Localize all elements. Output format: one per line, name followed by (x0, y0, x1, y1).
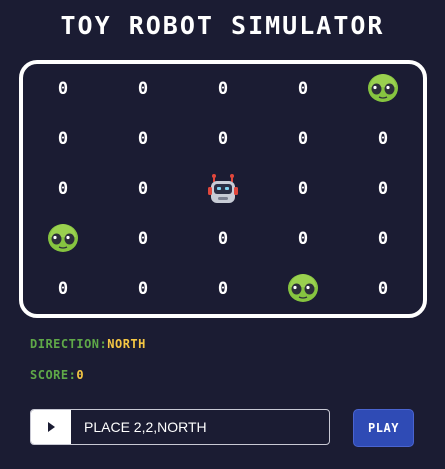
grid-cell-value: 0 (217, 129, 229, 149)
grid-cell-value: 0 (57, 279, 69, 299)
grid-cell-value: 0 (217, 279, 229, 299)
grid-cell-value: 0 (377, 179, 389, 199)
grid-cell: 0 (103, 114, 183, 164)
direction-status: DIRECTION:NORTH (30, 337, 146, 351)
command-box (30, 409, 330, 445)
alien-icon (366, 72, 400, 106)
grid-cell: 0 (343, 114, 423, 164)
grid-cell-value: 0 (217, 229, 229, 249)
command-input[interactable] (71, 410, 329, 444)
grid-cell: 0 (103, 264, 183, 314)
grid-cell-value: 0 (137, 79, 149, 99)
grid-cell-value: 0 (57, 79, 69, 99)
grid-cell-alien (343, 64, 423, 114)
grid-cell: 0 (23, 64, 103, 114)
run-command-button[interactable] (31, 410, 71, 444)
grid-cell-value: 0 (297, 179, 309, 199)
grid-cell: 0 (183, 264, 263, 314)
grid-cell-value: 0 (137, 229, 149, 249)
direction-label: DIRECTION: (30, 337, 108, 351)
grid-cell: 0 (183, 214, 263, 264)
score-label: SCORE: (30, 368, 77, 382)
grid-cell-alien (263, 264, 343, 314)
grid-cell-value: 0 (297, 79, 309, 99)
grid-cell: 0 (343, 164, 423, 214)
alien-icon (286, 272, 320, 306)
grid-cell-alien (23, 214, 103, 264)
alien-icon (46, 222, 80, 256)
grid-cell: 0 (23, 164, 103, 214)
grid-cell-value: 0 (377, 229, 389, 249)
grid-cell-value: 0 (57, 179, 69, 199)
direction-value: NORTH (107, 337, 146, 351)
page-title: TOY ROBOT SIMULATOR (60, 11, 385, 40)
play-button[interactable]: PLAY (353, 409, 414, 447)
grid-cell: 0 (343, 264, 423, 314)
grid-cell-value: 0 (377, 279, 389, 299)
grid-cell: 0 (263, 164, 343, 214)
grid-cell: 0 (23, 114, 103, 164)
grid-cell-value: 0 (57, 129, 69, 149)
score-status: SCORE:0 (30, 368, 84, 382)
grid-cell: 0 (263, 64, 343, 114)
grid-cell-value: 0 (297, 129, 309, 149)
grid-cell: 0 (263, 114, 343, 164)
grid-cell: 0 (103, 164, 183, 214)
grid-cell: 0 (183, 114, 263, 164)
grid-cell-value: 0 (137, 129, 149, 149)
grid-cell-value: 0 (217, 79, 229, 99)
score-value: 0 (76, 368, 85, 382)
grid-cell: 0 (263, 214, 343, 264)
grid-cell-robot (183, 164, 263, 214)
grid-cell: 0 (23, 264, 103, 314)
game-board: 0 0 0 0 0 0 0 0 0 0 0 0 0 0 0 0 0 0 0 0 0 (19, 60, 427, 318)
robot-icon (206, 172, 240, 206)
grid-cell: 0 (343, 214, 423, 264)
grid-cell-value: 0 (137, 279, 149, 299)
grid-cell: 0 (103, 64, 183, 114)
grid-cell-value: 0 (377, 129, 389, 149)
grid-cell-value: 0 (297, 229, 309, 249)
grid-cell: 0 (103, 214, 183, 264)
grid-cell-value: 0 (137, 179, 149, 199)
play-icon (48, 422, 55, 432)
grid-cell: 0 (183, 64, 263, 114)
